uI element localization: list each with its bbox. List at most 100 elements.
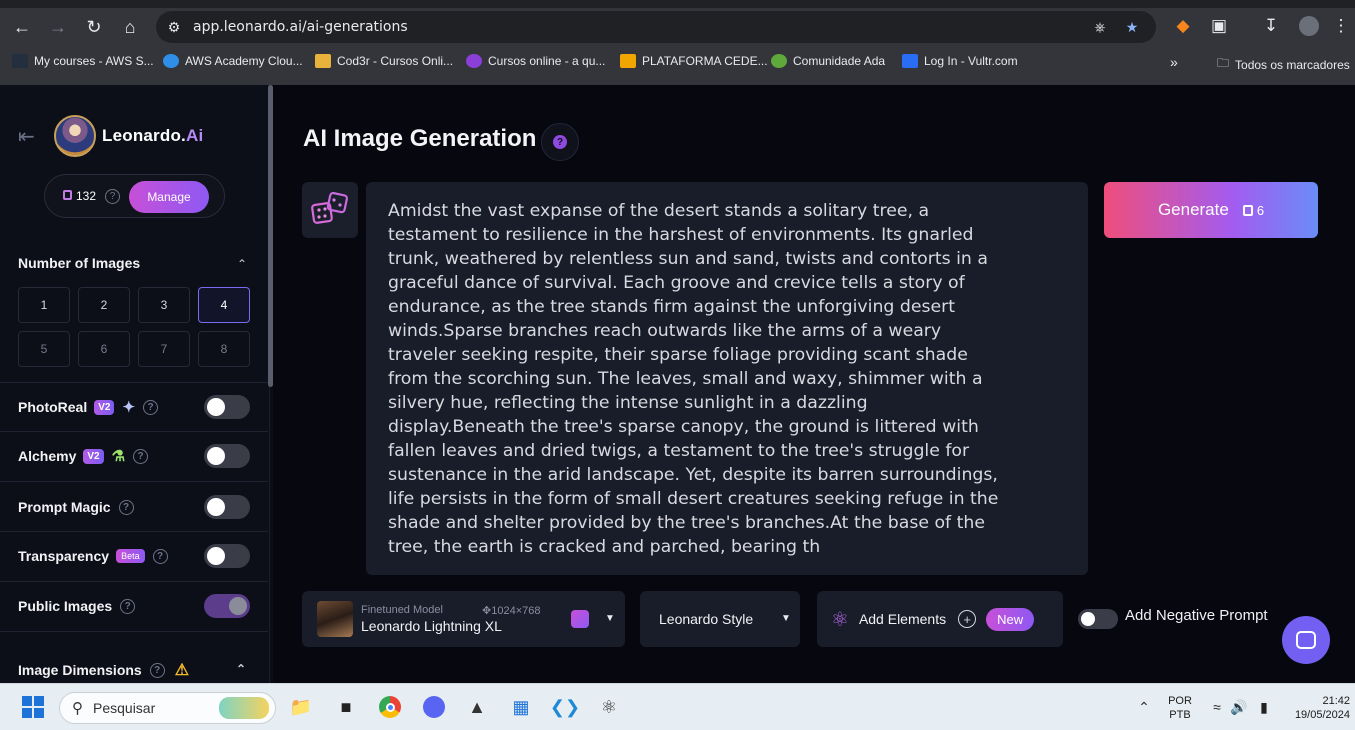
chrome-icon[interactable] [376, 693, 404, 721]
photoreal-toggle[interactable] [204, 395, 250, 419]
chevron-up-icon[interactable]: ⌃ [237, 257, 247, 271]
bookmark-item[interactable]: Cod3r - Cursos Onli... [315, 54, 453, 68]
input-language[interactable]: POR PTB [1165, 694, 1195, 722]
extensions-puzzle-icon[interactable]: ▣ [1204, 11, 1234, 41]
search-icon: ⚲ [72, 700, 83, 717]
help-icon[interactable]: ? [120, 598, 136, 614]
prompt-magic-label: Prompt Magic [18, 499, 111, 515]
volume-icon[interactable]: 🔊 [1225, 693, 1253, 721]
v2-badge: V2 [83, 448, 104, 464]
browser-chrome: ← → ↻ ⌂ ⚙ app.leonardo.ai/ai-generations… [0, 0, 1355, 85]
reload-icon[interactable]: ↻ [78, 11, 110, 43]
windows-start-icon[interactable] [19, 693, 47, 721]
help-icon[interactable]: ? [118, 499, 134, 515]
negative-prompt-toggle[interactable] [1078, 609, 1118, 629]
discord-icon[interactable] [420, 693, 448, 721]
help-icon[interactable]: ? [149, 662, 165, 678]
potion-icon: ⚗ [111, 448, 126, 465]
prompt-magic-toggle[interactable] [204, 495, 250, 519]
bookmark-item[interactable]: My courses - AWS S... [12, 54, 154, 68]
address-bar[interactable]: ⚙ app.leonardo.ai/ai-generations ⎈ ★ [156, 11, 1156, 43]
more-bookmarks-chevron-icon[interactable]: » [1170, 54, 1178, 70]
bookmark-item[interactable]: AWS Academy Clou... [163, 54, 303, 68]
image-count-grid: 1 2 3 4 5 6 7 8 [18, 287, 252, 367]
dice-icon [311, 191, 349, 224]
menu-kebab-icon[interactable]: ⋮ [1326, 11, 1355, 41]
title-help-button[interactable]: ? [541, 123, 579, 161]
camera-sparkle-icon: ✦ [122, 399, 136, 416]
model-resolution: ✥1024×768 [482, 604, 540, 617]
brand-main: Leonardo. [102, 126, 186, 145]
home-icon[interactable]: ⌂ [114, 11, 146, 43]
manage-button[interactable]: Manage [129, 181, 209, 213]
token-icon [63, 190, 72, 200]
vscode-icon[interactable]: ❮❯ [550, 693, 580, 721]
keyboard-layout-line: PTB [1169, 709, 1191, 721]
search-placeholder: Pesquisar [93, 700, 156, 716]
transparency-toggle[interactable] [204, 544, 250, 568]
cod3r-favicon-icon [315, 54, 331, 68]
bookmark-item[interactable]: Comunidade Ada [771, 54, 885, 68]
windows-taskbar: ⚲ Pesquisar 📁 ■ ▲ ▦ ❮❯ ⚛ ⌃ POR PTB ≈ 🔊 ▮ … [0, 683, 1355, 730]
file-explorer-icon[interactable]: 📁 [287, 693, 315, 721]
image-count-option[interactable]: 6 [78, 331, 130, 367]
support-chat-button[interactable] [1282, 616, 1330, 664]
clock[interactable]: 21:42 19/05/2024 [1282, 694, 1350, 722]
image-count-option-selected[interactable]: 4 [198, 287, 250, 323]
image-count-option[interactable]: 7 [138, 331, 190, 367]
chevron-down-icon: ▼ [605, 613, 615, 624]
model-name: Leonardo Lightning XL [361, 618, 502, 634]
bookmark-item[interactable]: Cursos online - a qu... [466, 54, 605, 68]
image-count-option[interactable]: 5 [18, 331, 70, 367]
back-arrow-icon[interactable]: ← [6, 11, 38, 43]
settings-sidebar: ⇤ Leonardo.Ai 132 ? Manage Number of Ima… [0, 85, 270, 683]
all-bookmarks-folder[interactable]: 🗀 Todos os marcadores [1217, 54, 1350, 75]
electron-app-icon[interactable]: ⚛ [595, 693, 623, 721]
random-prompt-button[interactable] [302, 182, 358, 238]
download-icon[interactable]: ↧ [1256, 11, 1286, 41]
image-count-option[interactable]: 8 [198, 331, 250, 367]
image-count-option[interactable]: 2 [78, 287, 130, 323]
add-elements-button[interactable]: ⚛ Add Elements + New [817, 591, 1063, 647]
help-icon[interactable]: ? [152, 548, 168, 564]
bookmark-label: Cod3r - Cursos Onli... [337, 54, 454, 68]
generate-button[interactable]: Generate 6 [1104, 182, 1318, 238]
help-icon[interactable]: ? [143, 399, 159, 415]
toggle-knob [207, 398, 225, 416]
image-count-option[interactable]: 1 [18, 287, 70, 323]
bookmark-item[interactable]: PLATAFORMA CEDE... [620, 54, 768, 68]
help-icon[interactable]: ? [105, 188, 121, 204]
transparency-label: Transparency [18, 548, 110, 564]
tray-chevron-up-icon[interactable]: ⌃ [1130, 693, 1158, 721]
inkscape-icon[interactable]: ▲ [463, 693, 491, 721]
translate-icon[interactable]: ⎈ [1090, 17, 1110, 37]
metamask-extension-icon[interactable]: ◆ [1168, 11, 1198, 41]
toggle-knob [207, 498, 225, 516]
model-selector[interactable]: Finetuned Model Leonardo Lightning XL ✥1… [302, 591, 625, 647]
sticky-notes-icon[interactable]: ■ [332, 693, 360, 721]
public-images-toggle[interactable] [204, 594, 250, 618]
image-count-option[interactable]: 3 [138, 287, 190, 323]
number-of-images-title: Number of Images [18, 255, 141, 271]
model-type: Finetuned Model [361, 604, 443, 616]
site-settings-icon[interactable]: ⚙ [164, 17, 184, 37]
taskbar-search[interactable]: ⚲ Pesquisar [59, 692, 276, 724]
help-icon[interactable]: ? [133, 448, 149, 464]
forward-arrow-icon[interactable]: → [42, 11, 74, 43]
style-selector[interactable]: Leonardo Style ▼ [640, 591, 800, 647]
chevron-down-icon: ▼ [781, 613, 791, 624]
bookmark-label: Comunidade Ada [793, 54, 886, 68]
document-app-icon[interactable]: ▦ [507, 693, 535, 721]
prompt-magic-row: Prompt Magic ? [18, 493, 250, 521]
bookmark-item[interactable]: Log In - Vultr.com [902, 54, 1018, 68]
alchemy-toggle[interactable] [204, 444, 250, 468]
prompt-textarea[interactable]: Amidst the vast expanse of the desert st… [366, 182, 1088, 575]
collapse-arrow-icon[interactable]: ⇤ [18, 124, 48, 149]
profile-avatar[interactable] [1294, 11, 1324, 41]
negative-prompt-label: Add Negative Prompt [1125, 607, 1268, 624]
bookmark-star-icon[interactable]: ★ [1122, 17, 1142, 37]
chevron-up-icon[interactable]: ⌃ [236, 662, 246, 676]
battery-icon[interactable]: ▮ [1250, 693, 1278, 721]
language-line: POR [1168, 695, 1192, 707]
main-panel: AI Image Generation ? Amidst the vast ex… [273, 85, 1355, 683]
